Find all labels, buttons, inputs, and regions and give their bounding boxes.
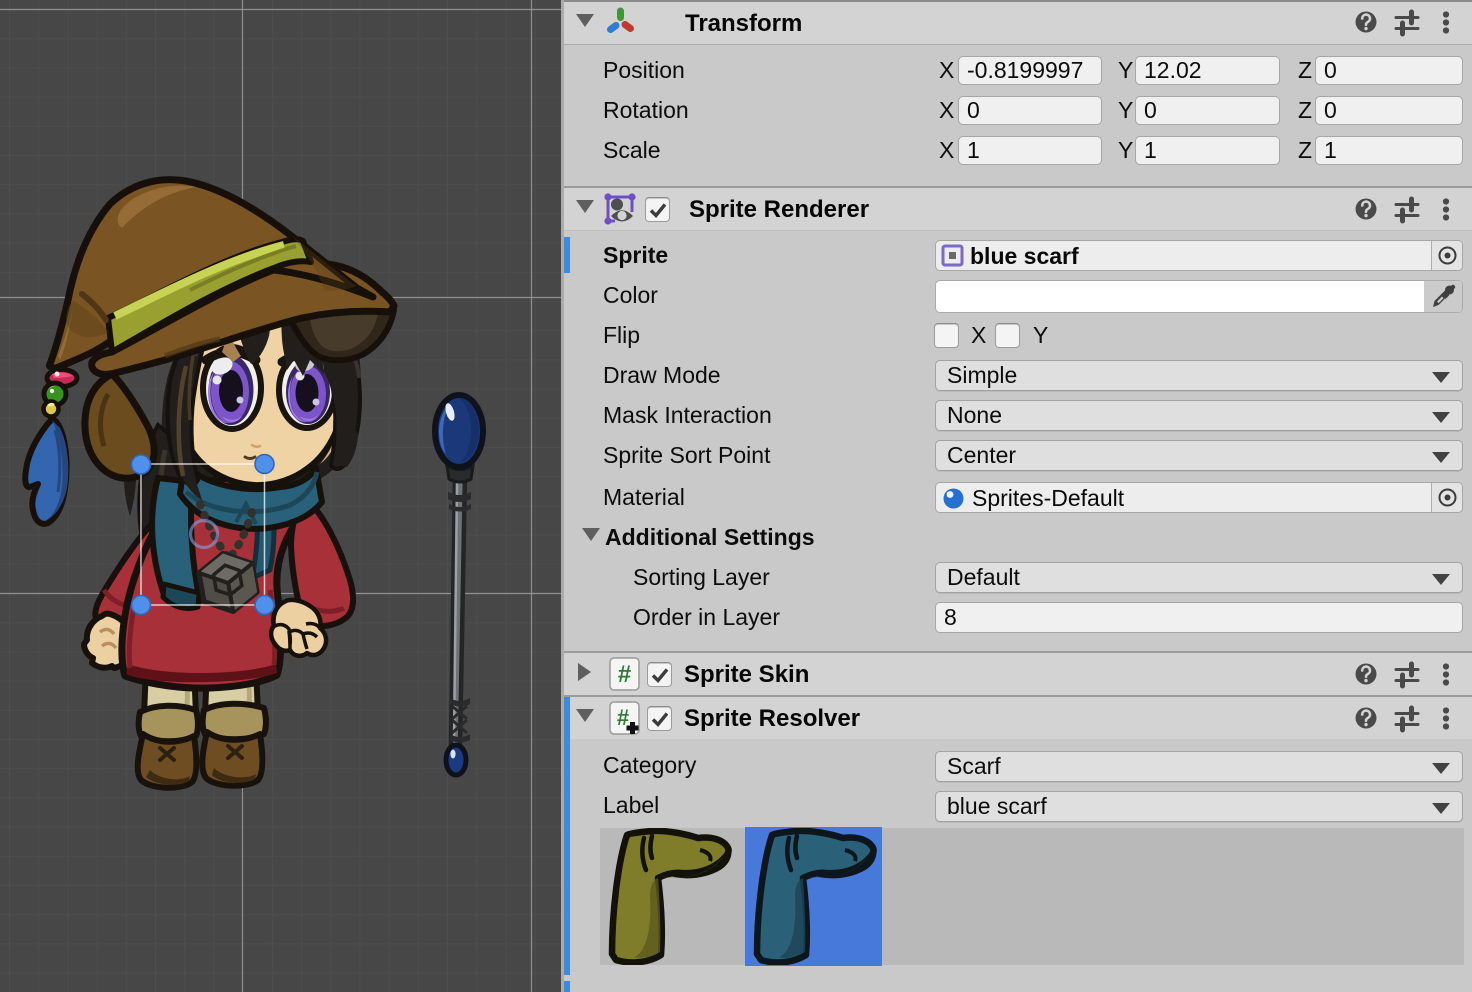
svg-text:#: # [618, 661, 631, 688]
